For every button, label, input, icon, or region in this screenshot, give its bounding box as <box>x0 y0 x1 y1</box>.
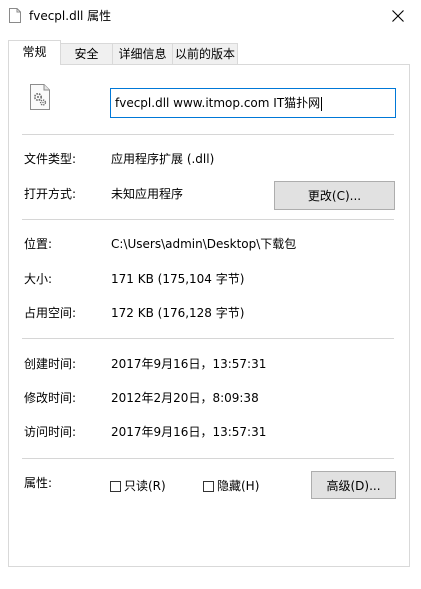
file-icon <box>9 8 21 23</box>
modified-value: 2012年2月20日，8:09:38 <box>111 391 259 405</box>
file-type-label: 文件类型: <box>24 152 77 166</box>
size-label: 大小: <box>24 272 53 286</box>
change-button[interactable]: 更改(C)... <box>274 181 395 210</box>
location-value: C:\Users\admin\Desktop\下载包 <box>111 237 297 251</box>
tab-previous-versions[interactable]: 以前的版本 <box>172 43 238 64</box>
attributes-label: 属性: <box>24 476 53 490</box>
divider <box>22 134 394 135</box>
size-value: 171 KB (175,104 字节) <box>111 272 245 286</box>
size-on-disk-label: 占用空间: <box>24 306 77 320</box>
divider <box>22 458 394 459</box>
hidden-label: 隐藏(H) <box>217 479 260 493</box>
title-bar: fvecpl.dll 属性 <box>0 0 421 32</box>
file-type-value: 应用程序扩展 (.dll) <box>111 152 215 166</box>
accessed-label: 访问时间: <box>24 425 77 439</box>
checkbox-box[interactable] <box>110 480 121 492</box>
tab-security[interactable]: 安全 <box>60 43 113 64</box>
tab-details[interactable]: 详细信息 <box>112 43 173 64</box>
readonly-label: 只读(R) <box>124 479 166 493</box>
accessed-value: 2017年9月16日，13:57:31 <box>111 425 267 439</box>
checkbox-box[interactable] <box>203 480 214 492</box>
close-button[interactable] <box>375 0 421 31</box>
created-label: 创建时间: <box>24 357 77 371</box>
created-value: 2017年9月16日，13:57:31 <box>111 357 267 371</box>
modified-label: 修改时间: <box>24 391 77 405</box>
tab-general[interactable]: 常规 <box>8 40 61 65</box>
divider <box>22 219 394 220</box>
size-on-disk-value: 172 KB (176,128 字节) <box>111 306 245 320</box>
location-label: 位置: <box>24 237 53 251</box>
file-name-input[interactable]: fvecpl.dll www.itmop.com IT猫扑网 <box>110 88 396 118</box>
open-with-label: 打开方式: <box>24 187 77 201</box>
readonly-checkbox[interactable]: 只读(R) <box>110 478 166 494</box>
hidden-checkbox[interactable]: 隐藏(H) <box>203 478 259 494</box>
dll-file-icon <box>30 84 50 110</box>
open-with-value: 未知应用程序 <box>111 187 184 201</box>
advanced-button[interactable]: 高级(D)... <box>311 471 396 499</box>
divider <box>22 338 394 339</box>
text-caret <box>321 96 323 111</box>
close-icon <box>392 9 404 22</box>
window-title: fvecpl.dll 属性 <box>29 9 112 23</box>
